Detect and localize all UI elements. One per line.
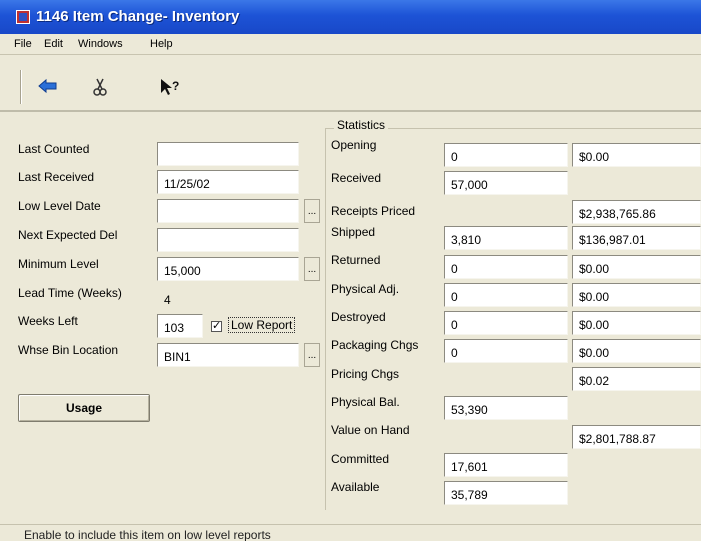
whse-bin-location-field[interactable]: BIN1 <box>157 343 299 367</box>
stat-label-committed: Committed <box>331 452 390 466</box>
stat-label-destroyed: Destroyed <box>331 310 386 324</box>
low-report-checkbox[interactable]: ✓ <box>211 321 222 332</box>
scissors-icon <box>93 78 107 96</box>
stat-qty-destroyed: 0 <box>444 311 568 335</box>
stat-label-pricing-chgs: Pricing Chgs <box>331 367 400 381</box>
whse-bin-location-lookup-button[interactable]: ... <box>304 343 320 367</box>
stat-amount-shipped: $136,987.01 <box>572 226 701 250</box>
back-button[interactable] <box>36 78 60 98</box>
lead-time-label: Lead Time (Weeks) <box>18 286 122 300</box>
next-expected-del-label: Next Expected Del <box>18 228 118 242</box>
stat-label-shipped: Shipped <box>331 225 376 239</box>
next-expected-del-field[interactable] <box>157 228 299 252</box>
stat-qty-physical-adj: 0 <box>444 283 568 307</box>
minimum-level-lookup-button[interactable]: ... <box>304 257 320 281</box>
pointer-help-icon: ? <box>161 79 179 95</box>
stat-label-returned: Returned <box>331 253 381 267</box>
stat-label-physical-adj: Physical Adj. <box>331 282 400 296</box>
menu-file[interactable]: File <box>14 38 32 50</box>
stat-qty-committed: 17,601 <box>444 453 568 477</box>
last-received-field[interactable]: 11/25/02 <box>157 170 299 194</box>
stat-qty-available: 35,789 <box>444 481 568 505</box>
low-level-date-label: Low Level Date <box>18 199 101 213</box>
stat-amount-physical-adj: $0.00 <box>572 283 701 307</box>
low-level-date-lookup-button[interactable]: ... <box>304 199 320 223</box>
menu-windows[interactable]: Windows <box>78 38 123 50</box>
stat-amount-destroyed: $0.00 <box>572 311 701 335</box>
stat-label-packaging-chgs: Packaging Chgs <box>331 338 419 352</box>
stat-label-opening: Opening <box>331 138 377 152</box>
low-level-date-field[interactable] <box>157 199 299 223</box>
menu-edit[interactable]: Edit <box>44 38 63 50</box>
title-bar[interactable]: 1146 Item Change- Inventory <box>0 0 701 34</box>
minimum-level-field[interactable]: 15,000 <box>157 257 299 281</box>
last-counted-label: Last Counted <box>18 142 90 156</box>
weeks-left-field: 103 <box>157 314 203 338</box>
stat-amount-opening: $0.00 <box>572 143 701 167</box>
context-help-button[interactable]: ? <box>158 78 182 98</box>
statistics-group-title: Statistics <box>334 118 389 132</box>
stat-amount-value-on-hand: $2,801,788.87 <box>572 425 701 449</box>
last-received-label: Last Received <box>18 170 95 184</box>
stat-qty-returned: 0 <box>444 255 568 279</box>
stat-qty-opening: 0 <box>444 143 568 167</box>
window-title: 1146 Item Change- Inventory <box>36 8 240 25</box>
help-glyph: ? <box>172 79 179 93</box>
low-report-label[interactable]: Low Report <box>228 317 296 333</box>
stat-amount-packaging-chgs: $0.00 <box>572 339 701 363</box>
menu-bar: File Edit Windows Help <box>0 34 701 55</box>
stat-amount-receipts-priced: $2,938,765.86 <box>572 200 701 224</box>
stat-label-value-on-hand: Value on Hand <box>331 423 410 437</box>
toolbar: ? <box>0 56 701 112</box>
stat-amount-returned: $0.00 <box>572 255 701 279</box>
usage-button[interactable]: Usage <box>18 394 150 422</box>
weeks-left-label: Weeks Left <box>18 314 78 328</box>
whse-bin-location-label: Whse Bin Location <box>18 343 119 357</box>
app-icon <box>16 10 30 24</box>
stat-label-available: Available <box>331 480 380 494</box>
content-area: Last Counted Last Received Low Level Dat… <box>0 114 701 541</box>
stat-qty-physical-bal: 53,390 <box>444 396 568 420</box>
stat-qty-packaging-chgs: 0 <box>444 339 568 363</box>
arrow-left-icon <box>38 78 57 94</box>
stat-label-physical-bal: Physical Bal. <box>331 395 400 409</box>
minimum-level-label: Minimum Level <box>18 257 99 271</box>
stat-qty-shipped: 3,810 <box>444 226 568 250</box>
toolbar-separator <box>20 70 22 104</box>
lead-time-field[interactable]: 4 <box>157 286 299 310</box>
item-change-window: 1146 Item Change- Inventory File Edit Wi… <box>0 0 701 541</box>
status-bar: Enable to include this item on low level… <box>0 524 701 541</box>
stat-qty-received: 57,000 <box>444 171 568 195</box>
stat-label-received: Received <box>331 171 382 185</box>
stat-amount-pricing-chgs: $0.02 <box>572 367 701 391</box>
cut-button[interactable] <box>88 78 112 98</box>
stat-label-receipts-priced: Receipts Priced <box>331 204 416 218</box>
menu-help[interactable]: Help <box>150 38 173 50</box>
last-counted-field[interactable] <box>157 142 299 166</box>
